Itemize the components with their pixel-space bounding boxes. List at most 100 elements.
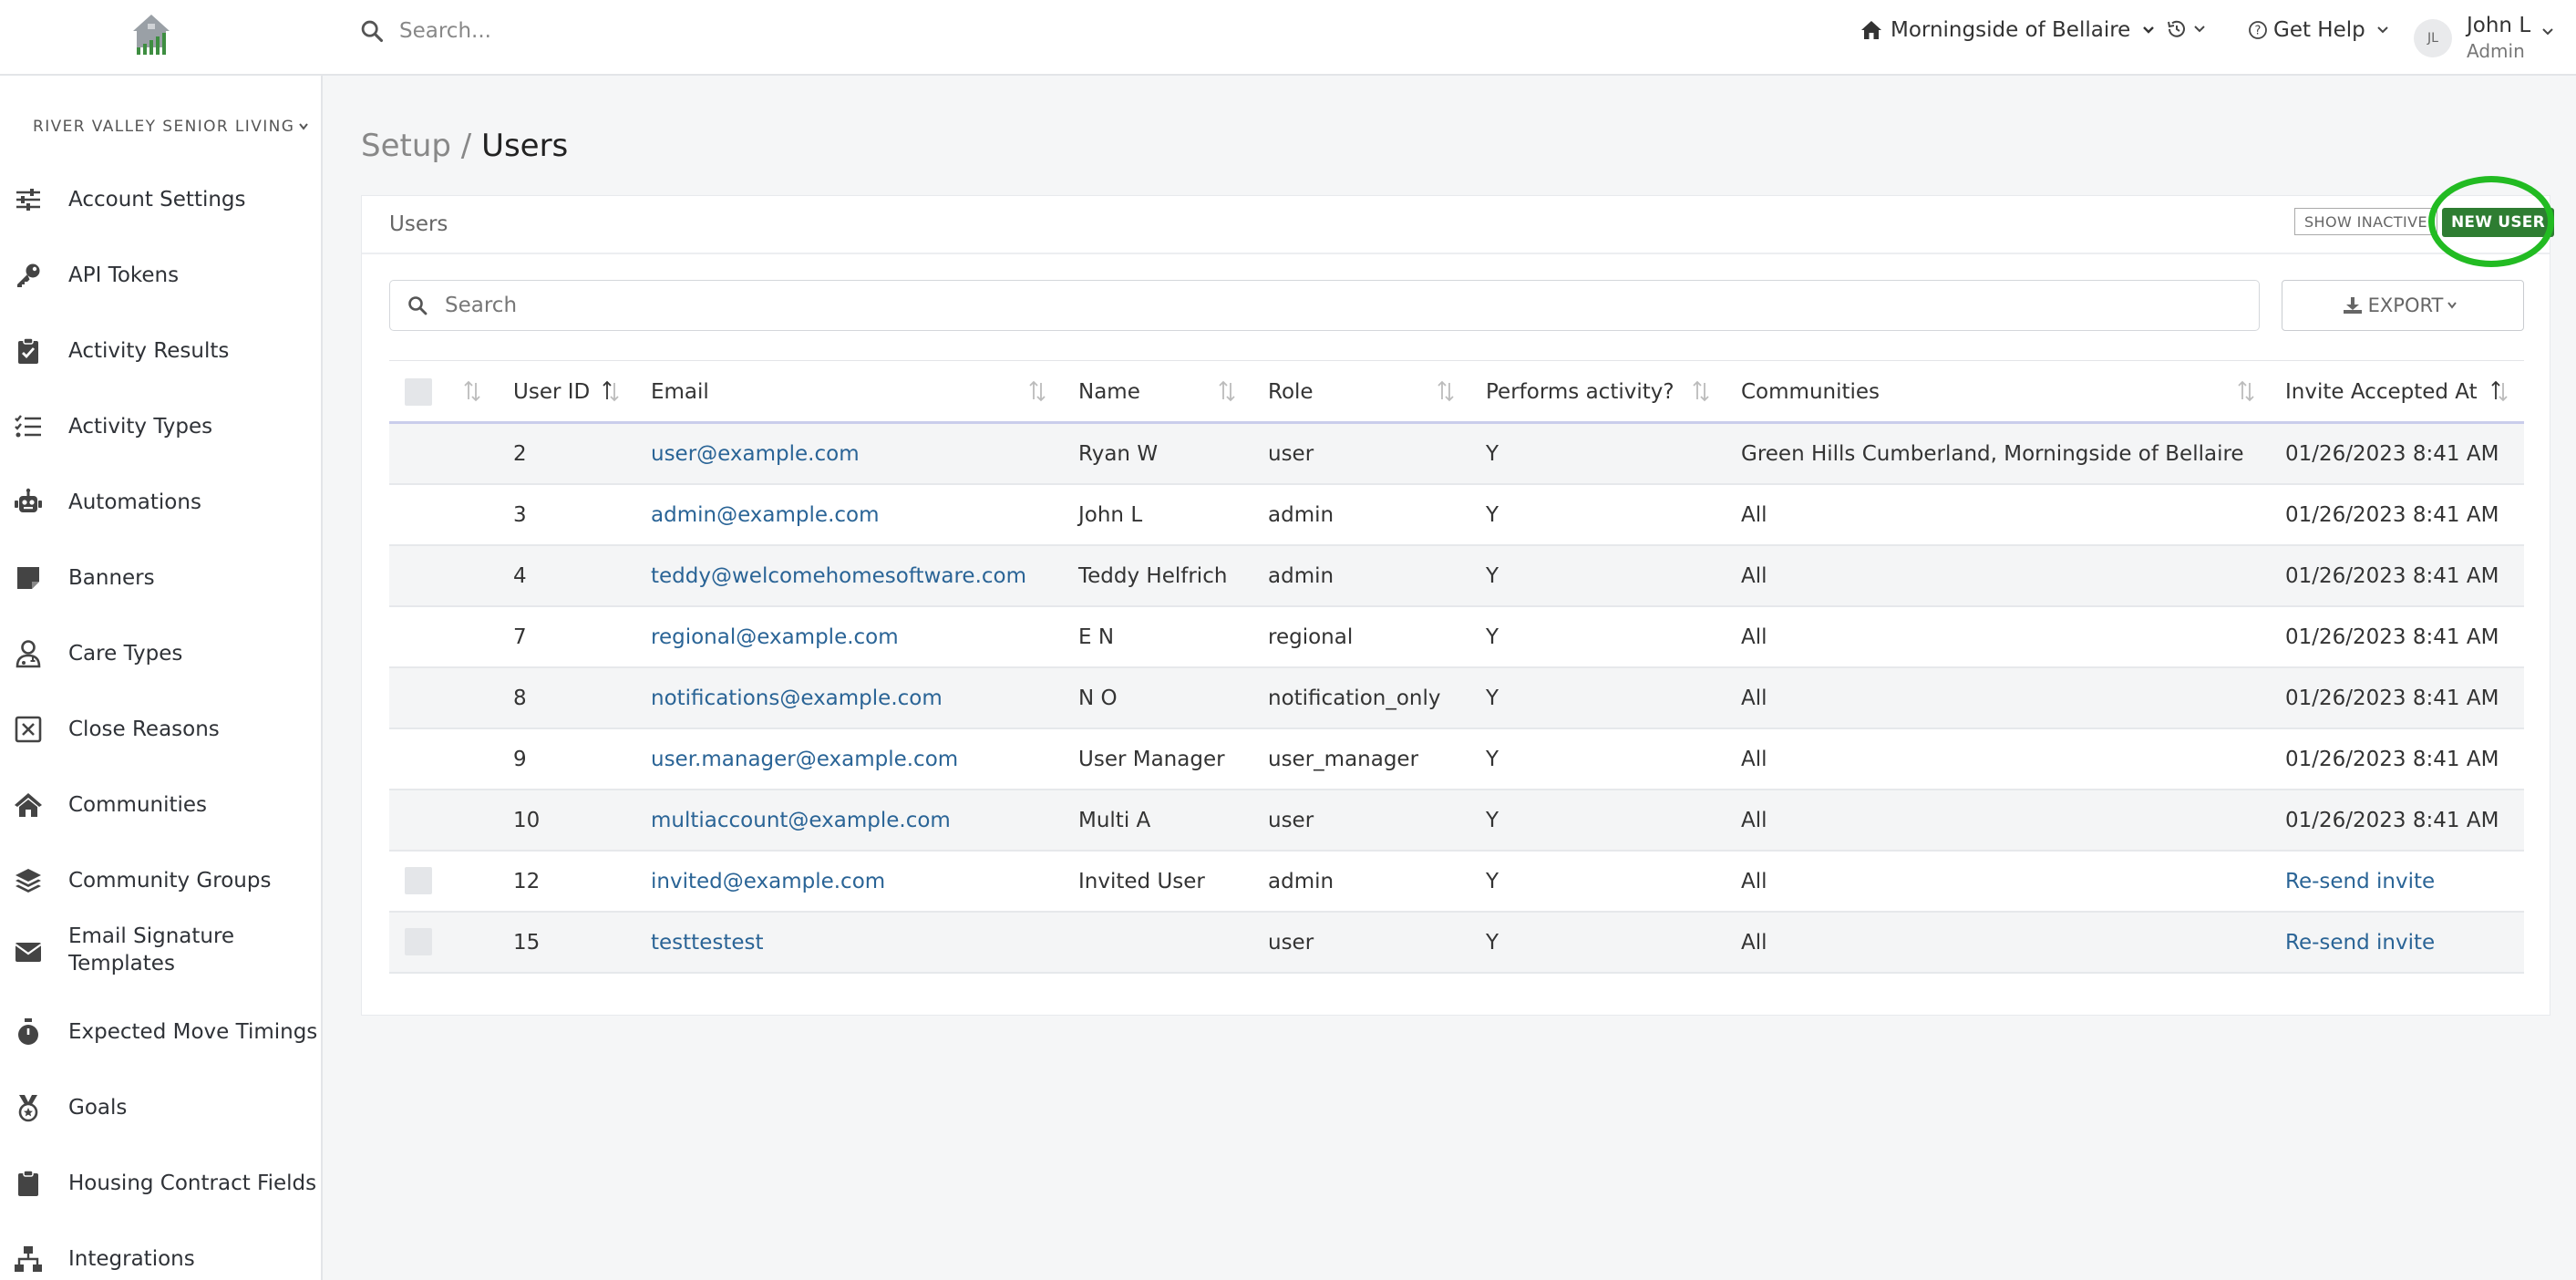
table-row[interactable]: 7 regional@example.com E N regional Y Al… bbox=[389, 607, 2524, 668]
table-row[interactable]: 4 teddy@welcomehomesoftware.com Teddy He… bbox=[389, 546, 2524, 607]
select-all-checkbox[interactable] bbox=[405, 378, 432, 406]
house-icon bbox=[1861, 21, 1881, 39]
sort-icon[interactable] bbox=[1027, 379, 1047, 403]
table-row[interactable]: 12 invited@example.com Invited User admi… bbox=[389, 852, 2524, 913]
show-inactive-button[interactable]: SHOW INACTIVE bbox=[2294, 208, 2437, 235]
sidebar-item-api-tokens[interactable]: API Tokens bbox=[0, 257, 321, 294]
sidebar-item-goals[interactable]: Goals bbox=[0, 1089, 321, 1126]
sort-asc-icon[interactable] bbox=[601, 379, 621, 403]
cell-user-id: 7 bbox=[513, 625, 527, 649]
chevron-down-icon bbox=[2143, 26, 2155, 34]
sort-icon[interactable] bbox=[1691, 379, 1711, 403]
sidebar-item-activity-types[interactable]: Activity Types bbox=[0, 408, 321, 445]
sidebar-item-label: Goals bbox=[68, 1096, 128, 1120]
chevron-down-icon bbox=[2447, 302, 2458, 309]
column-name[interactable]: Name bbox=[1078, 361, 1140, 422]
global-search[interactable]: Search... bbox=[359, 18, 491, 44]
export-button[interactable]: EXPORT bbox=[2282, 280, 2524, 331]
help-label: Get Help bbox=[2273, 18, 2365, 42]
cell-name: N O bbox=[1078, 686, 1118, 710]
cell-performs-activity: Y bbox=[1486, 625, 1499, 649]
cell-role: regional bbox=[1268, 625, 1354, 649]
table-row[interactable]: 3 admin@example.com John L admin Y All 0… bbox=[389, 485, 2524, 546]
cell-email-link[interactable]: regional@example.com bbox=[651, 607, 899, 666]
sidebar-item-community-groups[interactable]: Community Groups bbox=[0, 862, 321, 899]
breadcrumb-parent[interactable]: Setup bbox=[361, 128, 451, 164]
resend-invite-link[interactable]: Re-send invite bbox=[2285, 913, 2435, 972]
cell-role: user bbox=[1268, 808, 1314, 832]
sidebar-item-banners[interactable]: Banners bbox=[0, 560, 321, 596]
cell-invite-accepted-at: 01/26/2023 8:41 AM bbox=[2285, 441, 2499, 466]
history-menu[interactable] bbox=[2166, 18, 2206, 40]
sidebar-item-label: API Tokens bbox=[68, 263, 180, 287]
medal-icon bbox=[13, 1092, 44, 1123]
users-search-input[interactable] bbox=[443, 293, 2179, 318]
cell-email-link[interactable]: notifications@example.com bbox=[651, 668, 943, 728]
cell-email-link[interactable]: invited@example.com bbox=[651, 852, 885, 911]
resend-invite-link[interactable]: Re-send invite bbox=[2285, 852, 2435, 911]
sidebar-item-expected-move-timings[interactable]: Expected Move Timings bbox=[0, 1014, 321, 1050]
cell-email-link[interactable]: testtestest bbox=[651, 913, 764, 972]
column-email[interactable]: Email bbox=[651, 361, 709, 422]
users-card: Users SHOW INACTIVE NEW USER EXPORT User… bbox=[361, 176, 2554, 1016]
square-x-icon bbox=[13, 714, 44, 745]
community-name: Morningside of Bellaire bbox=[1891, 18, 2131, 42]
cell-performs-activity: Y bbox=[1486, 869, 1499, 893]
sort-icon[interactable] bbox=[462, 379, 482, 403]
sidebar-item-label: Activity Results bbox=[68, 339, 230, 363]
sidebar-item-account-settings[interactable]: Account Settings bbox=[0, 181, 321, 218]
envelope-icon bbox=[13, 936, 44, 967]
help-menu[interactable]: ? Get Help bbox=[2248, 18, 2389, 42]
community-selector[interactable]: Morningside of Bellaire bbox=[1860, 18, 2156, 42]
cell-communities: All bbox=[1741, 930, 1767, 955]
table-row[interactable]: 9 user.manager@example.com User Manager … bbox=[389, 729, 2524, 790]
sidebar-item-care-types[interactable]: Care Types bbox=[0, 635, 321, 672]
cell-user-id: 8 bbox=[513, 686, 527, 710]
new-user-button[interactable]: NEW USER bbox=[2442, 208, 2554, 237]
sidebar-item-communities[interactable]: Communities bbox=[0, 787, 321, 823]
cell-email-link[interactable]: user.manager@example.com bbox=[651, 729, 958, 789]
row-select-checkbox[interactable] bbox=[405, 867, 432, 894]
sort-asc-icon[interactable] bbox=[2489, 379, 2509, 403]
sidebar-item-email-signature-templates[interactable]: Email Signature Templates bbox=[0, 920, 321, 984]
table-header: User ID Email Name Role Performs activit… bbox=[389, 360, 2524, 424]
cell-email-link[interactable]: multiaccount@example.com bbox=[651, 790, 951, 850]
user-menu[interactable]: JL John L Admin bbox=[2414, 13, 2554, 64]
cell-email-link[interactable]: user@example.com bbox=[651, 424, 860, 483]
sidebar-item-activity-results[interactable]: Activity Results bbox=[0, 333, 321, 369]
column-communities[interactable]: Communities bbox=[1741, 361, 1880, 422]
sidebar-item-label: Expected Move Timings bbox=[68, 1020, 318, 1044]
cell-performs-activity: Y bbox=[1486, 563, 1499, 588]
table-row[interactable]: 15 testtestest user Y All Re-send invite bbox=[389, 913, 2524, 974]
cell-communities: All bbox=[1741, 625, 1767, 649]
cell-email-link[interactable]: teddy@welcomehomesoftware.com bbox=[651, 546, 1026, 605]
cell-user-id: 12 bbox=[513, 869, 541, 893]
table-row[interactable]: 2 user@example.com Ryan W user Y Green H… bbox=[389, 424, 2524, 485]
sort-icon[interactable] bbox=[1217, 379, 1237, 403]
table-row[interactable]: 10 multiaccount@example.com Multi A user… bbox=[389, 790, 2524, 852]
cell-invite-accepted-at: 01/26/2023 8:41 AM bbox=[2285, 502, 2499, 527]
users-search[interactable] bbox=[389, 280, 2260, 331]
sort-icon[interactable] bbox=[1436, 379, 1456, 403]
breadcrumb: Setup / Users bbox=[361, 128, 568, 164]
column-user-id[interactable]: User ID bbox=[513, 361, 590, 422]
sidebar-item-integrations[interactable]: Integrations bbox=[0, 1241, 321, 1277]
cell-communities: All bbox=[1741, 747, 1767, 771]
cell-invite-accepted-at: 01/26/2023 8:41 AM bbox=[2285, 563, 2499, 588]
column-performs-activity[interactable]: Performs activity? bbox=[1486, 361, 1674, 422]
row-select-checkbox[interactable] bbox=[405, 928, 432, 955]
search-icon bbox=[408, 296, 428, 315]
sidebar-item-close-reasons[interactable]: Close Reasons bbox=[0, 711, 321, 748]
cell-communities: Green Hills Cumberland, Morningside of B… bbox=[1741, 441, 2244, 466]
sort-icon[interactable] bbox=[2236, 379, 2256, 403]
table-row[interactable]: 8 notifications@example.com N O notifica… bbox=[389, 668, 2524, 729]
organization-selector[interactable]: RIVER VALLEY SENIOR LIVING bbox=[33, 118, 309, 136]
sidebar-item-automations[interactable]: Automations bbox=[0, 484, 321, 521]
column-role[interactable]: Role bbox=[1268, 361, 1314, 422]
sidebar-item-housing-contract-fields[interactable]: Housing Contract Fields bbox=[0, 1165, 321, 1202]
cell-communities: All bbox=[1741, 686, 1767, 710]
cell-invite-accepted-at: 01/26/2023 8:41 AM bbox=[2285, 808, 2499, 832]
column-invite-accepted-at[interactable]: Invite Accepted At bbox=[2285, 361, 2478, 422]
cell-email-link[interactable]: admin@example.com bbox=[651, 485, 880, 544]
app-logo[interactable] bbox=[128, 11, 175, 58]
